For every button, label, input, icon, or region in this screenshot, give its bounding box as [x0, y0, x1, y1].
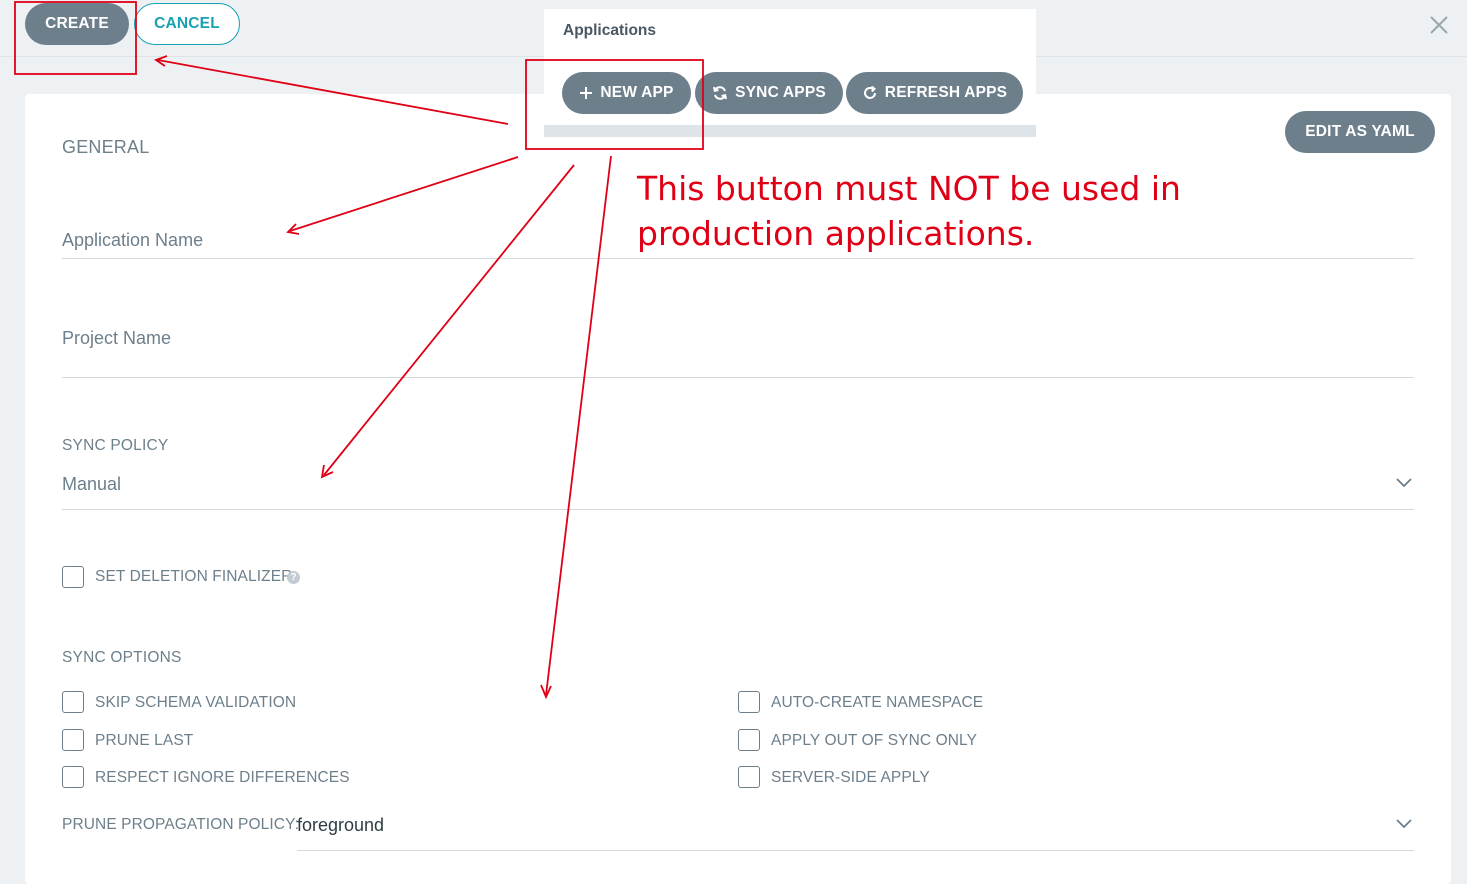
edit-as-yaml-button[interactable]: EDIT AS YAML — [1285, 111, 1435, 153]
refresh-icon — [863, 85, 876, 99]
prune-last-checkbox[interactable] — [62, 729, 84, 751]
applications-title: Applications — [563, 22, 657, 39]
applications-progress-bar — [544, 125, 1036, 137]
edit-as-yaml-label: EDIT AS YAML — [1305, 123, 1415, 140]
sync-apps-button[interactable]: SYNC APPS — [695, 72, 843, 114]
annotation-warning: This button must NOT be used in producti… — [637, 166, 1197, 256]
sync-policy-underline — [62, 509, 1414, 510]
sync-icon — [713, 86, 728, 100]
sync-policy-heading: SYNC POLICY — [62, 437, 169, 454]
help-icon[interactable]: ? — [287, 571, 300, 584]
server-side-apply-label: SERVER-SIDE APPLY — [771, 769, 930, 786]
new-app-button[interactable]: NEW APP — [562, 72, 691, 114]
close-icon[interactable] — [1426, 12, 1452, 38]
project-name-label: Project Name — [62, 328, 172, 348]
deletion-finalizer-checkbox[interactable] — [62, 566, 84, 588]
chevron-down-icon[interactable] — [1396, 478, 1412, 488]
sync-policy-select[interactable]: Manual — [62, 474, 121, 495]
annotation-line-1: This button must NOT be used in — [637, 169, 1181, 208]
skip-schema-validation-label: SKIP SCHEMA VALIDATION — [95, 694, 297, 711]
application-name-field[interactable] — [62, 258, 1414, 259]
annotation-line-2: production applications. — [637, 214, 1035, 253]
chevron-down-icon[interactable] — [1396, 819, 1412, 829]
prune-propagation-label: PRUNE PROPAGATION POLICY: — [62, 816, 300, 833]
respect-ignore-differences-checkbox[interactable] — [62, 766, 84, 788]
applications-popup: Applications NEW APP SYNC APPS REFRESH A… — [544, 9, 1036, 137]
refresh-apps-button[interactable]: REFRESH APPS — [846, 72, 1023, 114]
new-app-label: NEW APP — [600, 84, 674, 101]
deletion-finalizer-label: SET DELETION FINALIZER — [95, 568, 293, 585]
auto-create-namespace-label: AUTO-CREATE NAMESPACE — [771, 694, 984, 711]
create-button-label: CREATE — [45, 15, 109, 32]
sync-apps-label: SYNC APPS — [735, 84, 826, 101]
prune-propagation-underline — [297, 850, 1414, 851]
sync-options-heading: SYNC OPTIONS — [62, 649, 182, 666]
respect-ignore-differences-label: RESPECT IGNORE DIFFERENCES — [95, 769, 350, 786]
cancel-button[interactable]: CANCEL — [134, 3, 240, 45]
apply-out-of-sync-only-checkbox[interactable] — [738, 729, 760, 751]
skip-schema-validation-checkbox[interactable] — [62, 691, 84, 713]
arrowhead-create — [154, 55, 168, 67]
prune-last-label: PRUNE LAST — [95, 732, 194, 749]
cancel-button-label: CANCEL — [154, 15, 220, 32]
prune-propagation-select[interactable]: foreground — [297, 815, 384, 836]
general-heading: GENERAL — [62, 137, 150, 157]
application-name-label: Application Name — [62, 230, 204, 250]
server-side-apply-checkbox[interactable] — [738, 766, 760, 788]
project-name-field[interactable] — [62, 377, 1414, 378]
plus-icon — [580, 87, 593, 99]
refresh-apps-label: REFRESH APPS — [884, 84, 1008, 101]
auto-create-namespace-checkbox[interactable] — [738, 691, 760, 713]
create-button[interactable]: CREATE — [25, 3, 129, 45]
apply-out-of-sync-only-label: APPLY OUT OF SYNC ONLY — [771, 732, 978, 749]
